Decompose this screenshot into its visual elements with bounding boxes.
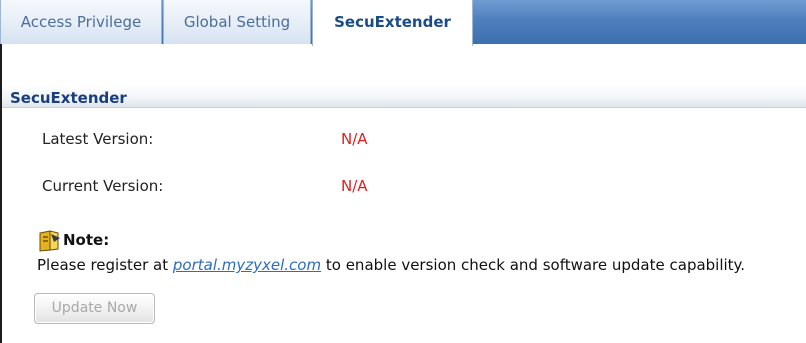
latest-version-value: N/A [341, 130, 368, 148]
update-now-button[interactable]: Update Now [34, 293, 155, 324]
tab-bar: Access Privilege Global Setting SecuExte… [0, 0, 806, 46]
note-text-after: to enable version check and software upd… [321, 256, 746, 274]
note-icon [37, 230, 61, 252]
note-text: Please register at portal.myzyxel.com to… [37, 256, 745, 274]
section-title: SecuExtender [10, 89, 127, 107]
page: Access Privilege Global Setting SecuExte… [0, 0, 806, 343]
portal-link[interactable]: portal.myzyxel.com [173, 256, 321, 274]
note-title: Note: [63, 231, 110, 249]
tab-secuextender[interactable]: SecuExtender [312, 0, 473, 46]
section-header: SecuExtender [2, 85, 806, 108]
current-version-value: N/A [341, 177, 368, 195]
latest-version-label: Latest Version: [42, 130, 154, 148]
current-version-label: Current Version: [42, 177, 164, 195]
note-text-before: Please register at [37, 256, 173, 274]
tab-global-setting[interactable]: Global Setting [163, 0, 311, 44]
tab-access-privilege[interactable]: Access Privilege [0, 0, 162, 44]
